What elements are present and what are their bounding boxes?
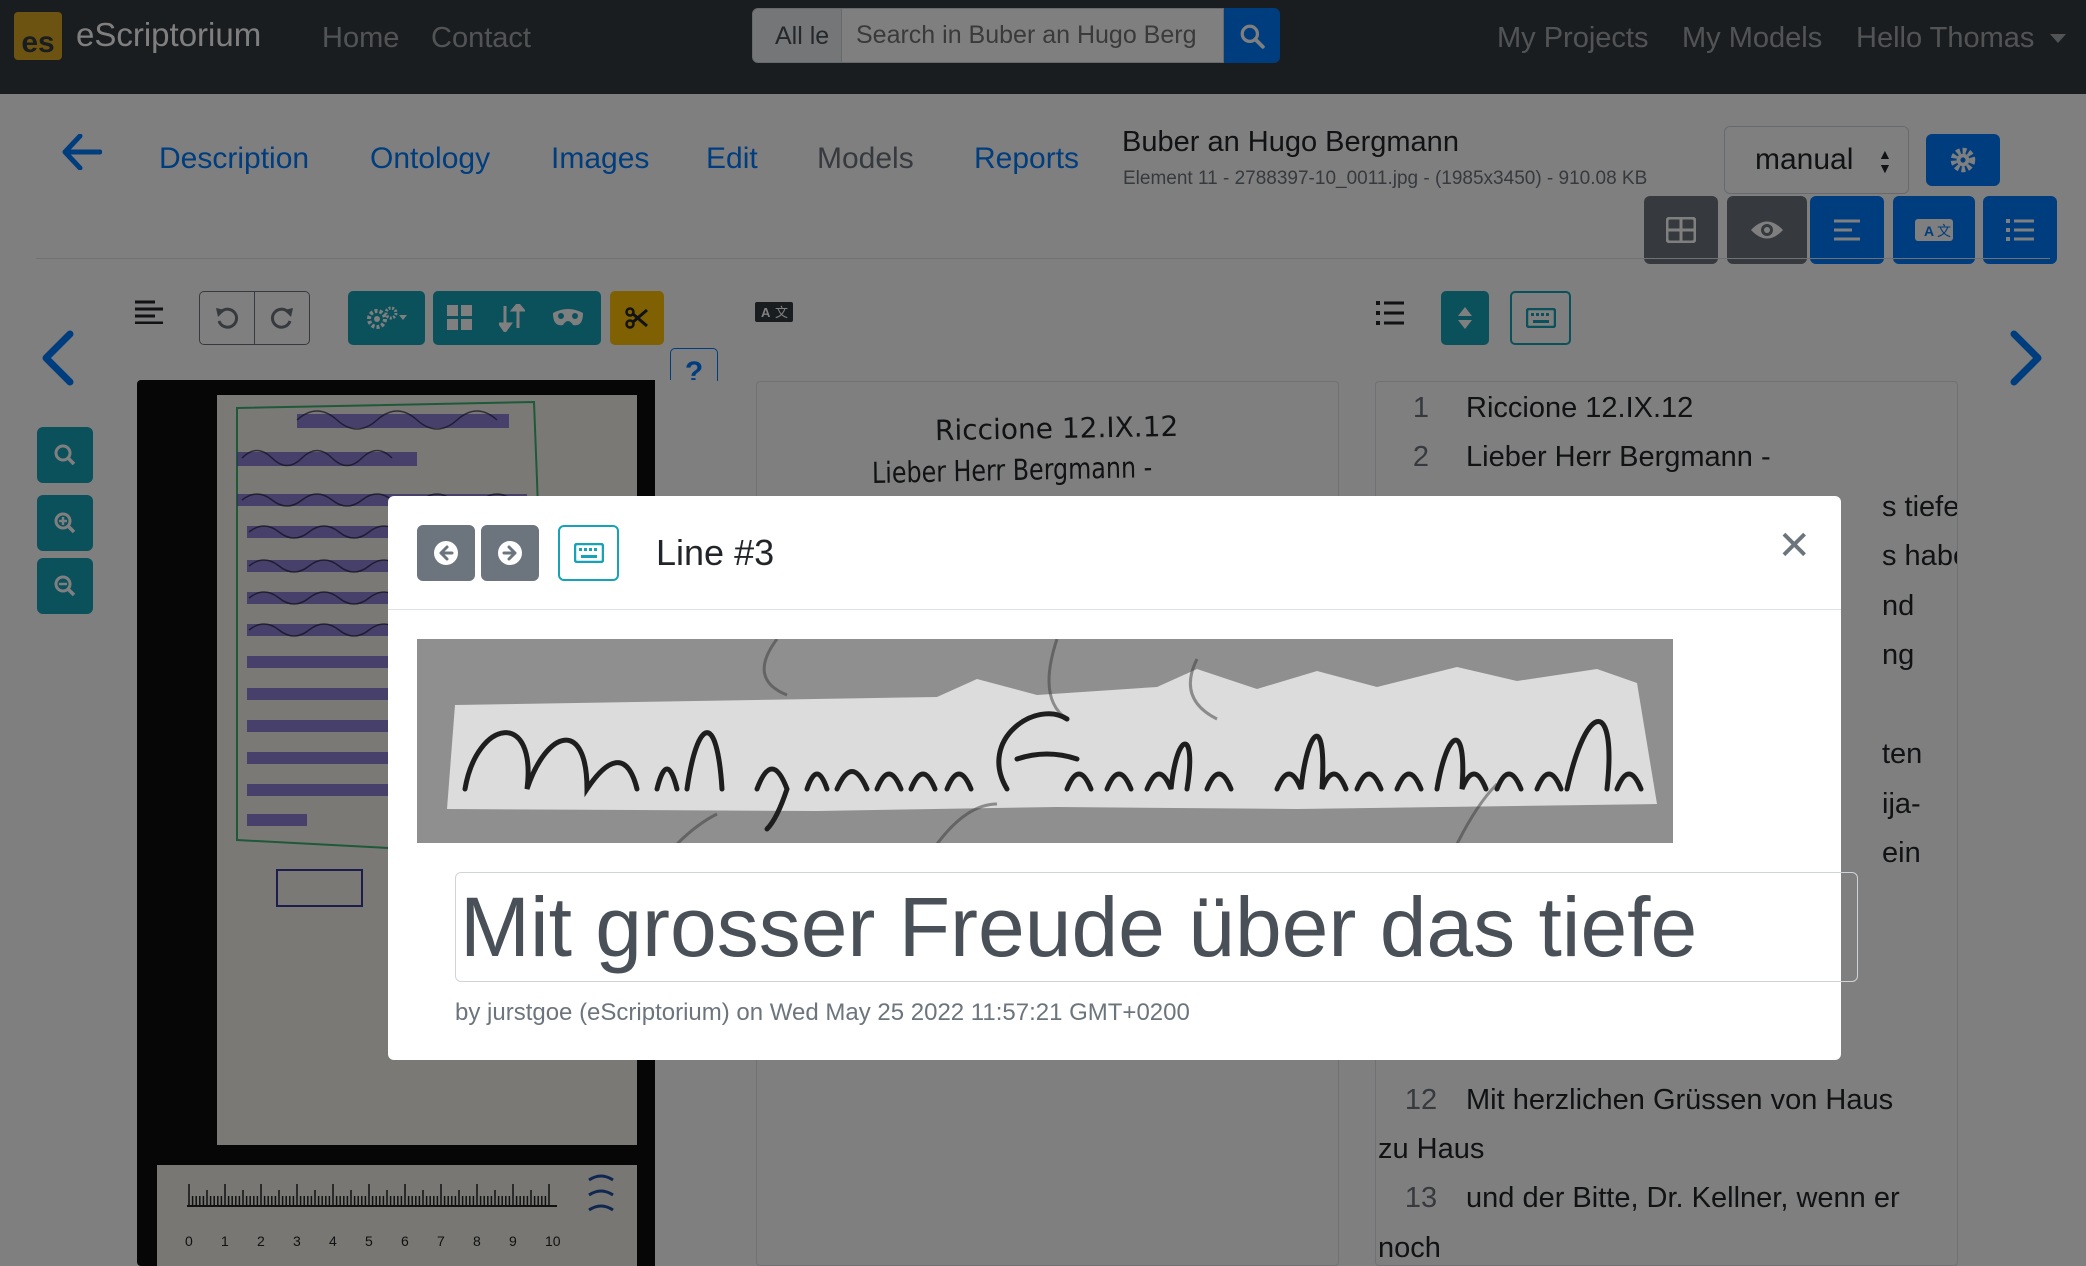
arrow-right-circle-icon bbox=[498, 541, 522, 565]
close-icon[interactable]: ✕ bbox=[1777, 526, 1811, 566]
modal-title: Line #3 bbox=[656, 532, 775, 573]
next-line-button[interactable] bbox=[481, 525, 539, 581]
keyboard-icon bbox=[573, 543, 604, 563]
transcription-input[interactable]: Mit grosser Freude über das tiefe bbox=[455, 872, 1858, 982]
line-image bbox=[417, 639, 1673, 843]
transcription-byline: by jurstgoe (eScriptorium) on Wed May 25… bbox=[455, 999, 1190, 1026]
previous-line-button[interactable] bbox=[417, 525, 475, 581]
modal-keyboard-button[interactable] bbox=[558, 525, 619, 581]
line-edit-modal: Line #3 ✕ Mit grosser Freude über das ti… bbox=[388, 496, 1858, 1060]
modal-header: Line #3 ✕ bbox=[388, 496, 1841, 610]
arrow-left-circle-icon bbox=[434, 541, 458, 565]
